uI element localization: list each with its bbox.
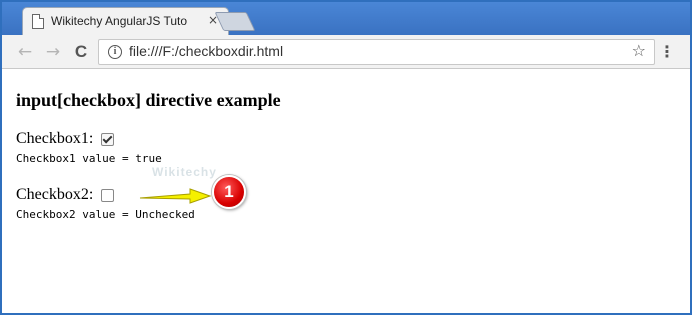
page-title: input[checkbox] directive example — [16, 90, 281, 110]
reload-icon[interactable]: C — [70, 41, 92, 63]
annotation-badge: 1 — [212, 175, 246, 209]
info-icon[interactable]: i — [108, 45, 122, 59]
document-icon — [32, 14, 44, 29]
url-text[interactable]: file:///F:/checkboxdir.html — [129, 43, 283, 59]
browser-window: Wikitechy AngularJS Tuto × ← → C i file:… — [0, 0, 692, 315]
browser-tab[interactable]: Wikitechy AngularJS Tuto × — [22, 7, 229, 36]
star-icon[interactable]: ☆ — [632, 41, 646, 60]
tab-title: Wikitechy AngularJS Tuto — [51, 14, 188, 28]
watermark: Wikitechy — [152, 165, 217, 179]
checkbox2-label: Checkbox2: — [16, 186, 94, 203]
checkbox2[interactable] — [101, 189, 114, 202]
menu-icon[interactable]: ⋮ — [659, 41, 675, 63]
back-arrow-icon[interactable]: ← — [14, 41, 36, 63]
browser-toolbar: ← → C i file:///F:/checkboxdir.html ☆ ⋮ — [2, 35, 690, 69]
checkbox1-value: Checkbox1 value = true — [16, 152, 162, 165]
address-bar[interactable]: i file:///F:/checkboxdir.html ☆ — [98, 39, 655, 65]
pointer-arrow-icon — [139, 188, 212, 204]
checkbox1-label: Checkbox1: — [16, 130, 94, 147]
checkbox1[interactable] — [101, 133, 114, 146]
forward-arrow-icon[interactable]: → — [42, 41, 64, 63]
tab-strip: Wikitechy AngularJS Tuto × — [2, 2, 690, 36]
page-content: input[checkbox] directive example Checkb… — [14, 68, 674, 308]
checkbox2-value: Checkbox2 value = Unchecked — [16, 208, 195, 221]
